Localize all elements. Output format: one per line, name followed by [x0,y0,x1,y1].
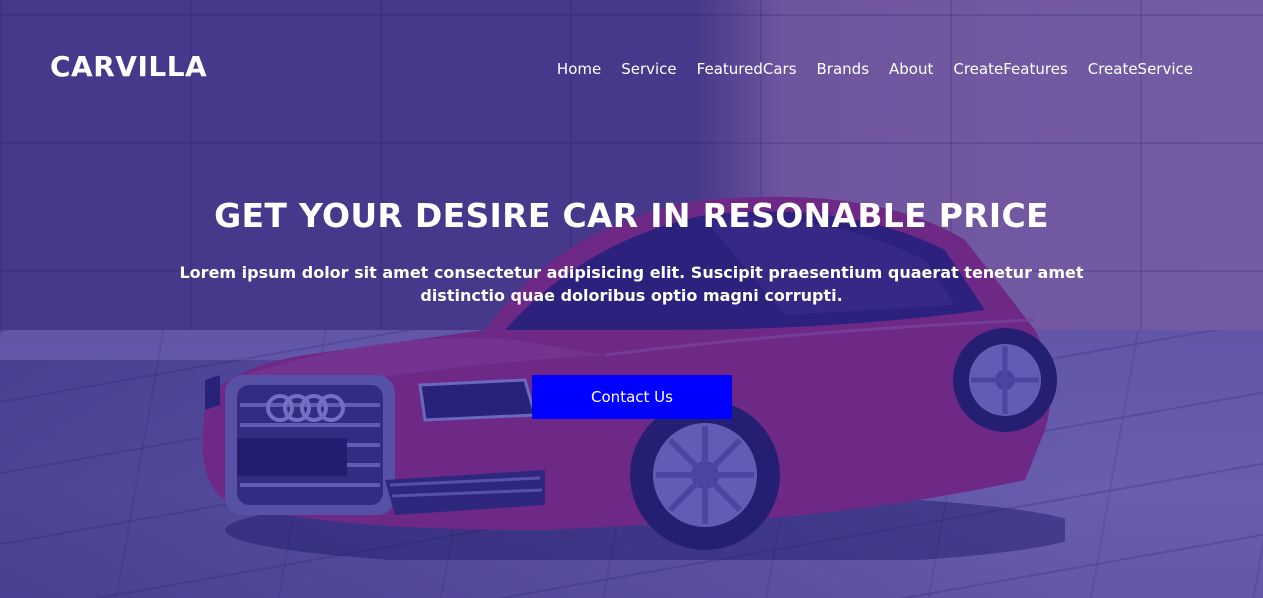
nav-link-create-service[interactable]: CreateService [1088,60,1193,78]
main-nav: Home Service FeaturedCars Brands About C… [557,60,1193,79]
nav-link-featured-cars[interactable]: FeaturedCars [697,60,797,78]
nav-item-about: About [889,60,933,79]
brand-logo[interactable]: CARVILLA [50,50,207,83]
nav-item-home: Home [557,60,601,79]
nav-link-home[interactable]: Home [557,60,601,78]
nav-link-service[interactable]: Service [621,60,676,78]
nav-item-brands: Brands [817,60,870,79]
nav-item-service: Service [621,60,676,79]
nav-link-create-features[interactable]: CreateFeatures [953,60,1067,78]
nav-item-create-features: CreateFeatures [953,60,1067,79]
hero-content: GET YOUR DESIRE CAR IN RESONABLE PRICE L… [0,196,1263,307]
contact-us-button[interactable]: Contact Us [532,375,732,419]
nav-link-about[interactable]: About [889,60,933,78]
hero-headline: GET YOUR DESIRE CAR IN RESONABLE PRICE [214,196,1049,235]
nav-link-brands[interactable]: Brands [817,60,870,78]
site-header: CARVILLA Home Service FeaturedCars Brand… [0,0,1263,140]
hero-section: CARVILLA Home Service FeaturedCars Brand… [0,0,1263,598]
nav-item-create-service: CreateService [1088,60,1193,79]
hero-subtext: Lorem ipsum dolor sit amet consectetur a… [179,263,1084,305]
nav-item-featured-cars: FeaturedCars [697,60,797,79]
